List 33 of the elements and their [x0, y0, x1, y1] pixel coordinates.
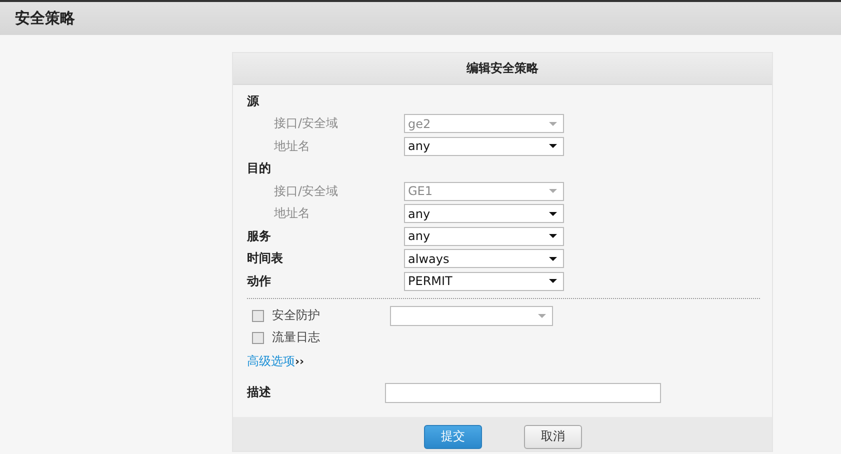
caret-icon — [549, 189, 557, 194]
caret-icon — [549, 234, 557, 238]
section-label: 目的 — [247, 160, 272, 178]
caret-icon — [538, 314, 546, 318]
dropdown[interactable]: PERMIT — [404, 272, 564, 291]
dropdown[interactable]: any — [404, 136, 564, 156]
checkbox-label: 流量日志 — [272, 329, 321, 346]
field-label: 地址名 — [273, 205, 311, 222]
caret-icon — [549, 279, 557, 284]
checkbox[interactable] — [252, 310, 264, 322]
section-label: 源 — [247, 92, 260, 110]
checkbox[interactable] — [252, 332, 264, 344]
dropdown[interactable]: any — [404, 204, 564, 224]
caret-icon — [549, 122, 557, 126]
cancel-button[interactable]: 取消 — [524, 424, 582, 448]
dropdown[interactable] — [390, 306, 553, 326]
caret-icon — [549, 144, 557, 148]
field-label: 动作 — [247, 272, 272, 290]
dropdown[interactable]: always — [404, 249, 564, 268]
caret-icon — [549, 212, 557, 216]
panel-title: 编辑安全策略 — [466, 60, 538, 77]
field-label: 时间表 — [247, 250, 284, 268]
checkbox-label: 安全防护 — [272, 307, 321, 324]
caret-icon — [549, 256, 557, 261]
field-label: 服务 — [247, 228, 272, 245]
field-label: 描述 — [247, 384, 272, 401]
page-title: 安全策略 — [15, 9, 75, 28]
dropdown[interactable]: any — [404, 226, 564, 246]
chevron-icon: ›› — [295, 355, 304, 368]
field-label: 接口/安全域 — [273, 182, 340, 200]
field-label: 接口/安全域 — [273, 115, 340, 132]
field-label: 地址名 — [273, 138, 311, 155]
description-field[interactable] — [385, 382, 661, 402]
